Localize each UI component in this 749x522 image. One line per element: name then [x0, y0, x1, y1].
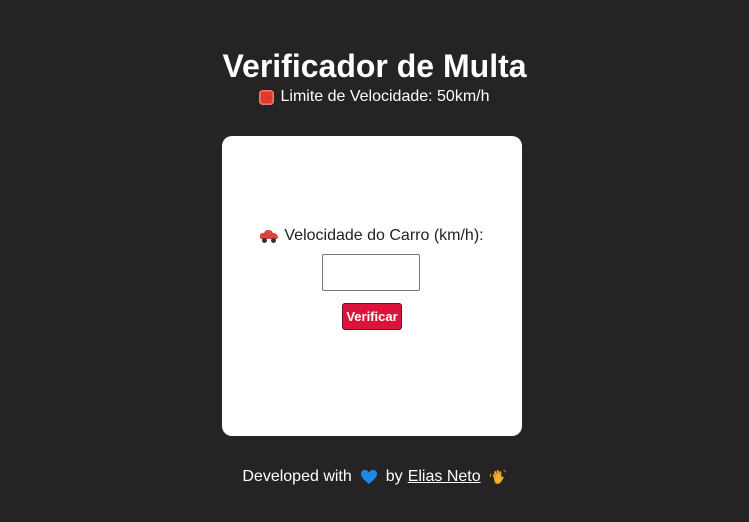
waving-hand-icon — [489, 469, 506, 484]
page-title: Verificador de Multa — [222, 48, 527, 84]
blue-heart-icon — [360, 469, 377, 485]
speed-label-text: Velocidade do Carro (km/h): — [284, 227, 484, 244]
car-icon — [260, 230, 279, 243]
speed-field-label: Velocidade do Carro (km/h): — [222, 226, 522, 246]
footer-prefix: Developed with — [242, 468, 352, 485]
footer-by: by — [385, 468, 403, 485]
speed-input[interactable] — [322, 254, 420, 291]
speed-limit-info: Limite de Velocidade: 50km/h — [0, 87, 749, 107]
author-link[interactable]: Elias Neto — [408, 467, 481, 487]
footer: Developed with by Elias Neto — [0, 467, 749, 487]
form-card: Velocidade do Carro (km/h): Verificar — [222, 136, 522, 436]
verify-button[interactable]: Verificar — [342, 303, 402, 330]
stop-sign-icon — [259, 89, 275, 105]
page: Verificador de Multa Limite de Velocidad… — [0, 0, 749, 522]
speed-limit-text: Limite de Velocidade: 50km/h — [280, 88, 490, 105]
